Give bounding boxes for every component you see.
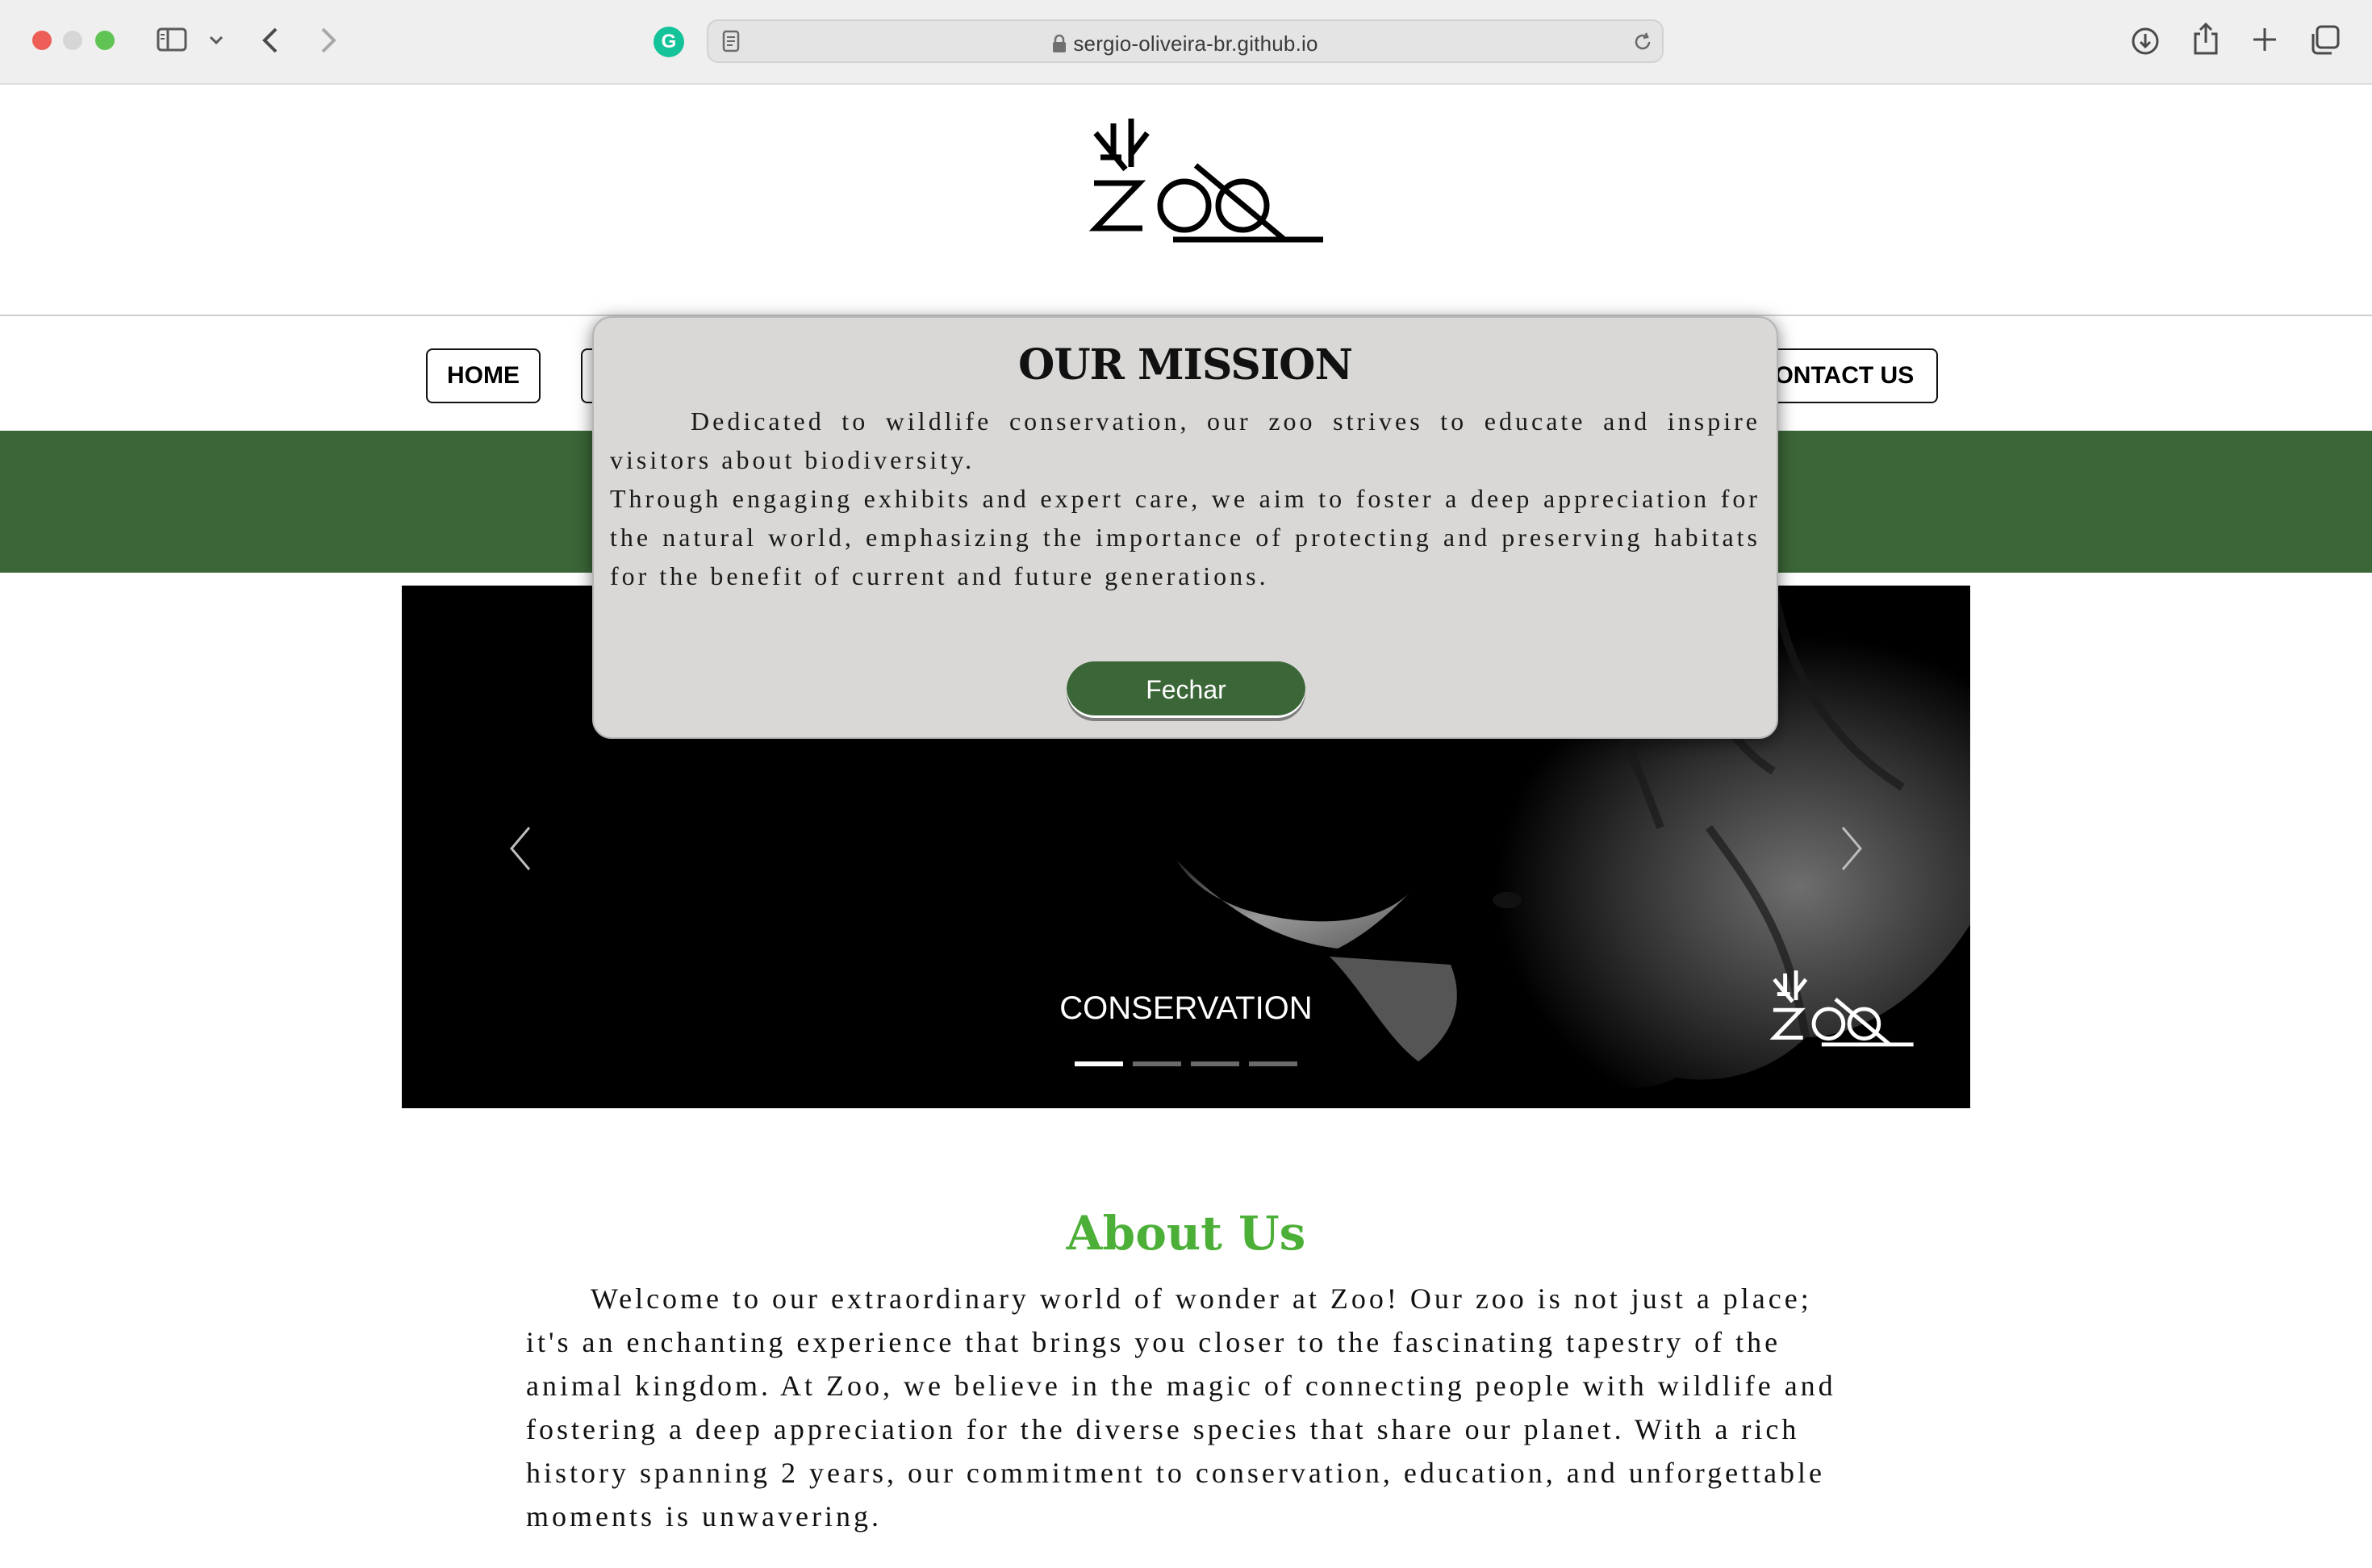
- carousel-prev-icon[interactable]: [507, 824, 534, 873]
- grammarly-extension-icon[interactable]: G: [654, 27, 684, 57]
- carousel-caption: CONSERVATION: [1059, 990, 1313, 1026]
- downloads-icon[interactable]: [2130, 26, 2161, 56]
- address-bar[interactable]: sergio-oliveira-br.github.io: [707, 19, 1664, 63]
- carousel-indicator-3[interactable]: [1191, 1061, 1239, 1066]
- carousel-next-icon[interactable]: [1838, 824, 1865, 873]
- carousel-indicator-4[interactable]: [1249, 1061, 1297, 1066]
- close-window-button[interactable]: [32, 31, 52, 50]
- sidebar-icon[interactable]: [157, 26, 189, 55]
- modal-title: OUR MISSION: [1018, 340, 1353, 390]
- modal-paragraph-1: Dedicated to wildlife conservation, our …: [610, 407, 1760, 474]
- nav-contact-button[interactable]: CONTACT US: [1751, 348, 1938, 403]
- close-modal-button[interactable]: Fechar: [1067, 661, 1305, 718]
- lock-icon: [1053, 34, 1067, 52]
- zoom-window-button[interactable]: [95, 31, 115, 50]
- zoo-logo[interactable]: [1089, 117, 1331, 254]
- mission-modal: OUR MISSION Dedicated to wildlife conser…: [592, 316, 1778, 739]
- url-text: sergio-oliveira-br.github.io: [1073, 31, 1318, 56]
- about-text: Welcome to our extraordinary world of wo…: [526, 1282, 1836, 1533]
- carousel-indicator-2[interactable]: [1133, 1061, 1181, 1066]
- nav-contact-label: CONTACT US: [1756, 362, 1915, 389]
- chevron-down-icon[interactable]: [208, 34, 224, 47]
- minimize-window-button[interactable]: [63, 31, 82, 50]
- reload-icon[interactable]: [1631, 31, 1654, 53]
- site-header: [0, 85, 2372, 315]
- browser-toolbar: G sergio-oliveira-br.github.io: [0, 0, 2372, 85]
- nav-home-button[interactable]: HOME: [426, 348, 541, 403]
- tab-overview-icon[interactable]: [2309, 24, 2341, 56]
- new-tab-plus-icon[interactable]: [2251, 26, 2278, 53]
- share-icon[interactable]: [2191, 21, 2220, 56]
- modal-body: Dedicated to wildlife conservation, our …: [610, 402, 1760, 595]
- about-title: About Us: [1066, 1206, 1306, 1261]
- carousel-indicator-1[interactable]: [1075, 1061, 1123, 1066]
- modal-paragraph-2: Through engaging exhibits and expert car…: [610, 484, 1760, 590]
- back-arrow-icon[interactable]: [260, 26, 281, 55]
- url-display[interactable]: sergio-oliveira-br.github.io: [708, 31, 1662, 56]
- carousel-zoo-logo: [1770, 970, 1914, 1047]
- forward-arrow-icon[interactable]: [318, 26, 339, 55]
